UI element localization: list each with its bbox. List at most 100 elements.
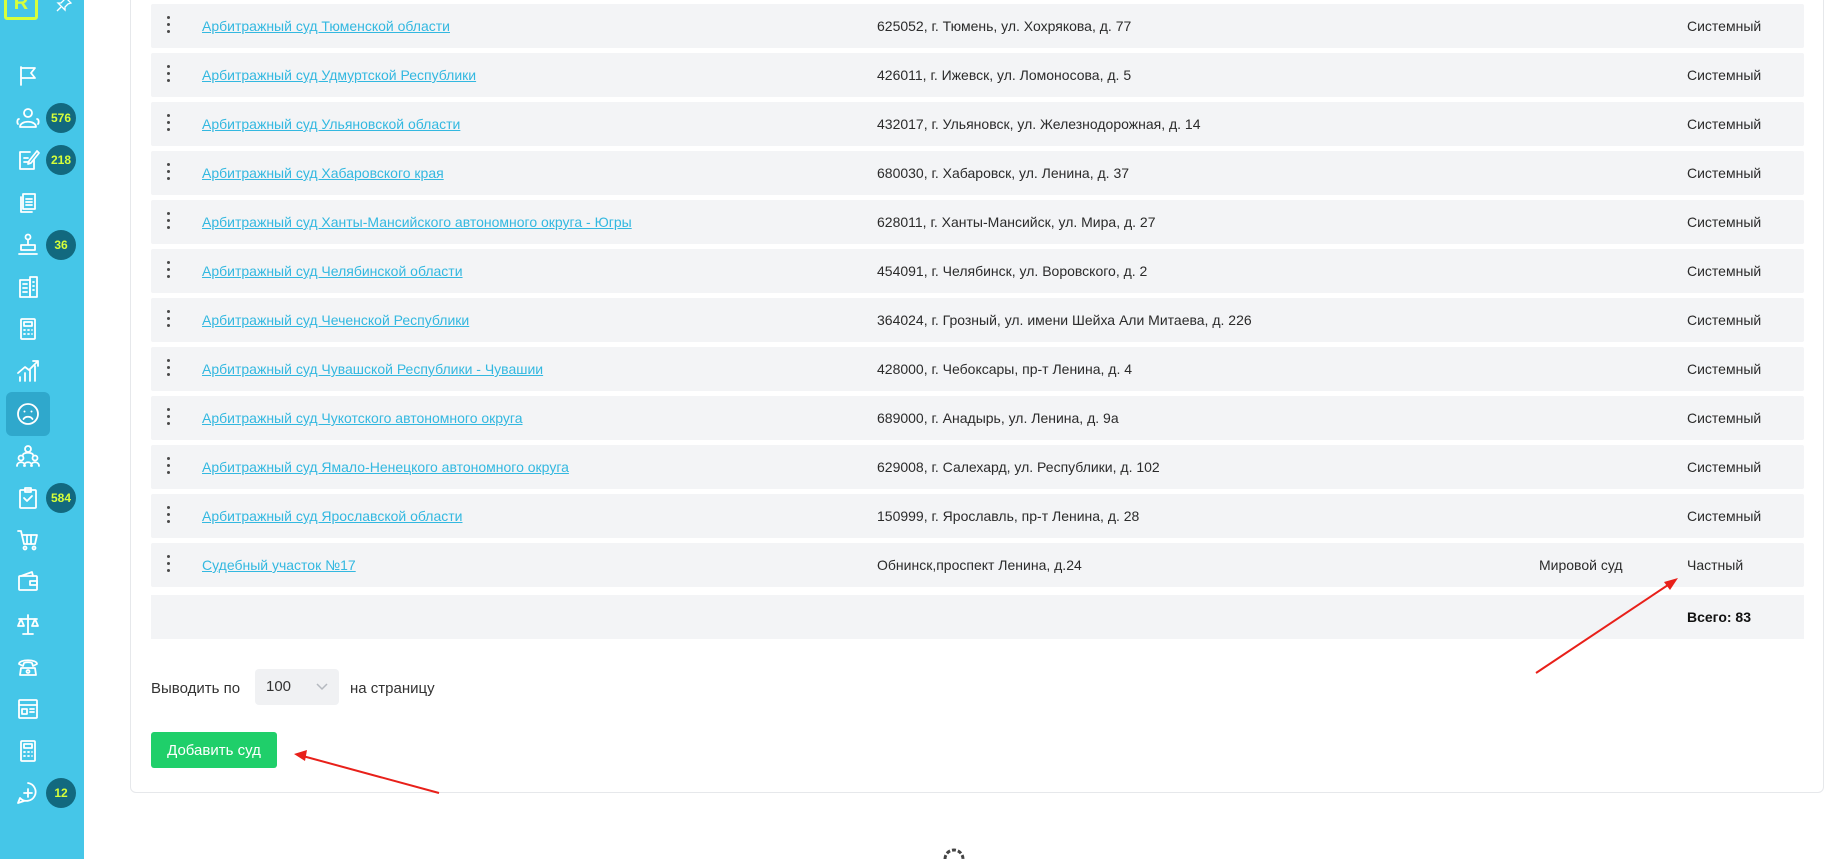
- row-menu-icon[interactable]: [165, 212, 171, 232]
- court-address: 432017, г. Ульяновск, ул. Железнодорожна…: [877, 116, 1201, 132]
- row-menu-icon[interactable]: [165, 261, 171, 281]
- sidebar-item-scales[interactable]: [6, 603, 50, 647]
- chevron-down-icon: [316, 683, 328, 691]
- sidebar-item-clipboard[interactable]: [6, 476, 50, 520]
- sidebar-item-edit-doc[interactable]: [6, 138, 50, 182]
- table-row: Арбитражный суд Хабаровского края 680030,…: [151, 151, 1804, 195]
- table-row: Арбитражный суд Чукотского автономного о…: [151, 396, 1804, 440]
- court-source: Частный: [1687, 557, 1744, 573]
- add-court-button[interactable]: Добавить суд: [151, 732, 277, 768]
- table-row: Арбитражный суд Удмуртской Республики 426…: [151, 53, 1804, 97]
- court-name-link[interactable]: Арбитражный суд Чукотского автономного о…: [202, 396, 523, 440]
- table-row: Арбитражный суд Чеченской Республики 3640…: [151, 298, 1804, 342]
- page-size-value: 100: [266, 678, 292, 695]
- total-count: Всего: 83: [1687, 609, 1752, 625]
- sidebar-badge: 576: [46, 103, 76, 134]
- sidebar-badge: 218: [46, 145, 76, 176]
- court-address: 150999, г. Ярославль, пр-т Ленина, д. 28: [877, 508, 1140, 524]
- sidebar-item-phone[interactable]: [6, 645, 50, 689]
- court-name-link[interactable]: Арбитражный суд Чеченской Республики: [202, 298, 469, 342]
- court-address: 689000, г. Анадырь, ул. Ленина, д. 9а: [877, 410, 1119, 426]
- sidebar-item-browser[interactable]: [6, 687, 50, 731]
- table-row: Арбитражный суд Чувашской Республики - Ч…: [151, 347, 1804, 391]
- row-menu-icon[interactable]: [165, 16, 171, 36]
- sidebar-badge: 584: [46, 483, 76, 513]
- page-size-select[interactable]: 100: [255, 669, 339, 705]
- row-menu-icon[interactable]: [165, 65, 171, 85]
- court-address: 454091, г. Челябинск, ул. Воровского, д.…: [877, 263, 1148, 279]
- table-row: Судебный участок №17 Обнинск,проспект Лен…: [151, 543, 1804, 587]
- table-row: Арбитражный суд Тюменской области 625052,…: [151, 4, 1804, 48]
- court-name-link[interactable]: Арбитражный суд Хабаровского края: [202, 151, 444, 195]
- table-row: Арбитражный суд Ханты-Мансийского автоно…: [151, 200, 1804, 244]
- row-menu-icon[interactable]: [165, 114, 171, 134]
- sidebar: R 576 218 36 584 12: [0, 0, 84, 859]
- court-address: 629008, г. Салехард, ул. Республики, д. …: [877, 459, 1160, 475]
- row-menu-icon[interactable]: [165, 408, 171, 428]
- scales-icon: [17, 613, 39, 635]
- chart-icon: [17, 360, 39, 383]
- chat-add-icon: [17, 782, 37, 805]
- row-menu-icon[interactable]: [165, 310, 171, 330]
- row-menu-icon[interactable]: [165, 457, 171, 477]
- pin-icon[interactable]: [56, 0, 72, 12]
- table-row: Арбитражный суд Челябинской области 45409…: [151, 249, 1804, 293]
- logo[interactable]: R: [4, 0, 38, 20]
- row-menu-icon[interactable]: [165, 506, 171, 526]
- clipboard-icon: [19, 487, 37, 509]
- edit-doc-icon: [19, 150, 40, 171]
- table-total-row: Всего: 83: [151, 595, 1804, 639]
- stamp-icon: [18, 233, 38, 255]
- court-address: 364024, г. Грозный, ул. имени Шейха Али …: [877, 312, 1252, 328]
- court-source: Системный: [1687, 459, 1762, 475]
- court-address: 628011, г. Ханты-Мансийск, ул. Мира, д. …: [877, 214, 1156, 230]
- court-source: Системный: [1687, 165, 1762, 181]
- sidebar-item-wallet[interactable]: [6, 560, 50, 604]
- court-name-link[interactable]: Арбитражный суд Ханты-Мансийского автоно…: [202, 200, 632, 244]
- sidebar-item-team[interactable]: [6, 434, 50, 478]
- sidebar-item-building[interactable]: [6, 265, 50, 309]
- page-size-suffix: на страницу: [350, 680, 435, 697]
- row-menu-icon[interactable]: [165, 359, 171, 379]
- sidebar-item-flag[interactable]: [6, 54, 50, 98]
- court-name-link[interactable]: Арбитражный суд Удмуртской Республики: [202, 53, 476, 97]
- sidebar-item-people[interactable]: [6, 96, 50, 140]
- sidebar-badge: 36: [46, 229, 76, 260]
- court-source: Системный: [1687, 214, 1762, 230]
- browser-icon: [18, 699, 38, 719]
- page-size-label: Выводить по: [151, 680, 241, 697]
- sidebar-item-cart[interactable]: [6, 518, 50, 562]
- court-name-link[interactable]: Арбитражный суд Челябинской области: [202, 249, 463, 293]
- cart-icon: [17, 530, 38, 551]
- court-source: Системный: [1687, 312, 1762, 328]
- court-address: Обнинск,проспект Ленина, д.24: [877, 557, 1082, 573]
- court-name-link[interactable]: Арбитражный суд Ярославской области: [202, 494, 462, 538]
- court-name-link[interactable]: Арбитражный суд Ульяновской области: [202, 102, 460, 146]
- calculator-icon: [20, 318, 36, 341]
- court-source: Системный: [1687, 67, 1762, 83]
- people-icon: [16, 108, 40, 129]
- sidebar-item-stamp[interactable]: [6, 223, 50, 267]
- phone-icon: [18, 659, 38, 676]
- sidebar-item-documents[interactable]: [6, 181, 50, 225]
- sidebar-item-calculator[interactable]: [6, 307, 50, 351]
- court-name-link[interactable]: Арбитражный суд Ямало-Ненецкого автономн…: [202, 445, 569, 489]
- documents-icon: [20, 192, 36, 213]
- court-name-link[interactable]: Арбитражный суд Чувашской Республики - Ч…: [202, 347, 543, 391]
- sidebar-item-sad-face[interactable]: [6, 391, 50, 436]
- building-icon: [19, 276, 38, 298]
- sidebar-item-chat-add[interactable]: [6, 771, 50, 815]
- court-source: Системный: [1687, 361, 1762, 377]
- sidebar-item-calculator[interactable]: [6, 729, 50, 773]
- sidebar-item-chart[interactable]: [6, 349, 50, 393]
- court-name-link[interactable]: Арбитражный суд Тюменской области: [202, 4, 450, 48]
- row-menu-icon[interactable]: [165, 163, 171, 183]
- flag-icon: [20, 66, 36, 86]
- sad-face-icon: [17, 402, 39, 425]
- court-name-link[interactable]: Судебный участок №17: [202, 543, 356, 587]
- court-source: Системный: [1687, 263, 1762, 279]
- row-menu-icon[interactable]: [165, 555, 171, 575]
- sidebar-badge: 12: [46, 778, 76, 809]
- court-address: 680030, г. Хабаровск, ул. Ленина, д. 37: [877, 165, 1130, 181]
- court-source: Системный: [1687, 18, 1762, 34]
